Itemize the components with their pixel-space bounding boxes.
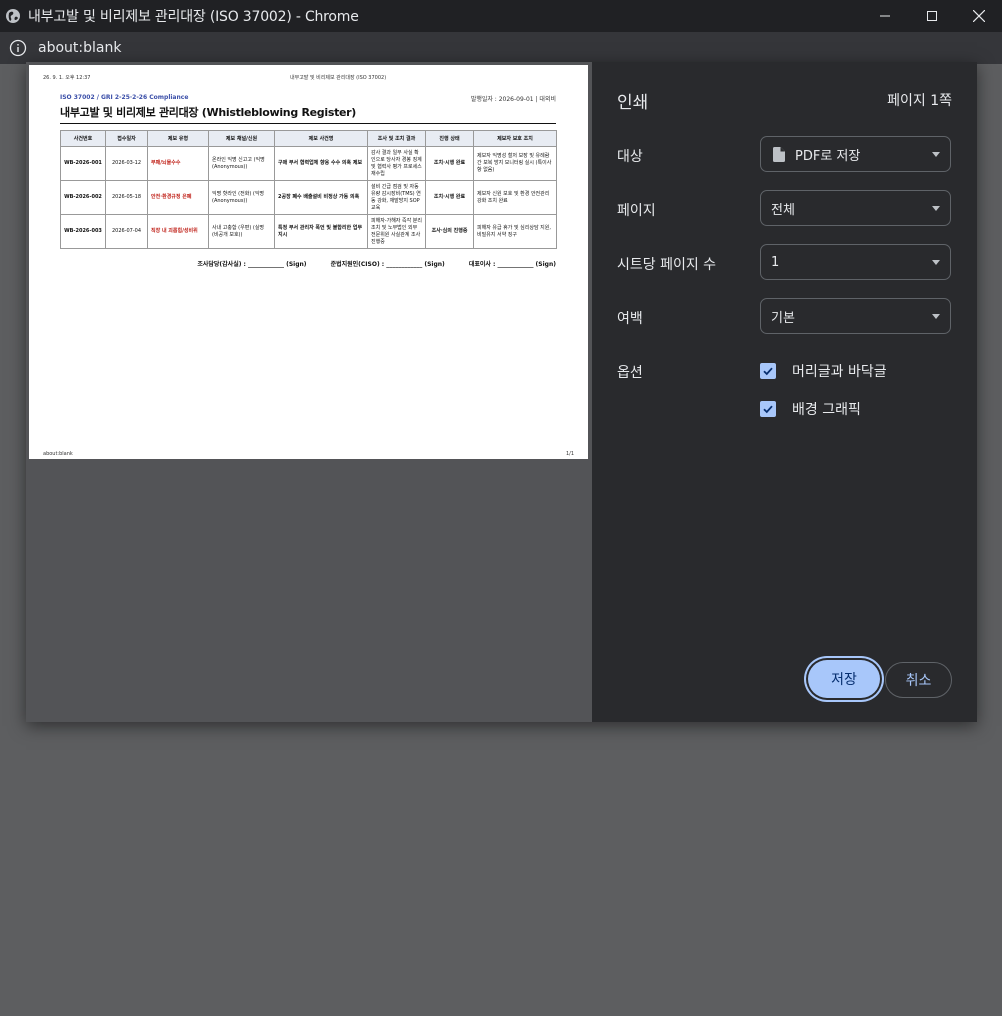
- pages-per-sheet-label: 시트당 페이지 수: [617, 257, 717, 273]
- signature-lines: 조사담당(감사실) : ____________ (Sign) 준법지원인(CI…: [60, 259, 556, 268]
- document-icon: [773, 146, 785, 162]
- signature-auditor: 조사담당(감사실) : ____________ (Sign): [197, 261, 307, 268]
- pages-per-sheet-select[interactable]: 1: [760, 244, 951, 280]
- preview-page: 26. 9. 1. 오후 12:37 내부고발 및 비리제보 관리대장 (ISO…: [29, 65, 588, 459]
- protection-measures: 제보자 신원 보호 및 환경 안전관리 강화 조치 완료: [473, 180, 557, 215]
- chevron-down-icon: [932, 314, 940, 319]
- register-title: 내부고발 및 비리제보 관리대장 (Whistleblowing Registe…: [60, 104, 556, 124]
- signature-ceo: 대표이사 : ____________ (Sign): [468, 261, 556, 268]
- protection-measures: 피해자 유급 휴가 및 심리상담 지원, 비밀유지 서약 징구: [473, 214, 557, 249]
- maximize-icon: [926, 11, 937, 21]
- checkmark-icon: [763, 405, 773, 414]
- column-header: 제보자 보호 조치: [473, 130, 557, 147]
- minimize-icon: [879, 15, 890, 17]
- url-text[interactable]: about:blank: [38, 40, 121, 56]
- issue-date: 발행일자 : 2026-09-01 | 대외비: [470, 96, 556, 103]
- case-subject: 특정 부서 관리자 폭언 및 불합리한 업무 지시: [274, 214, 368, 249]
- column-header: 조사 및 조치 결과: [367, 130, 426, 147]
- table-row: WB-2026-003 2026-07-04 직장 내 괴롭힘/성비위 사내 고…: [60, 214, 557, 249]
- destination-label: 대상: [617, 149, 643, 165]
- column-header: 제보 채널/신원: [208, 130, 275, 147]
- destination-value: PDF로 저장: [795, 148, 861, 164]
- report-channel: 온라인 익명 신고고 (익명 (Anonymous)): [208, 146, 275, 181]
- case-subject: 2공장 폐수 배출설비 비정상 가동 의혹: [274, 180, 368, 215]
- panel-heading: 인쇄: [617, 93, 649, 113]
- chevron-down-icon: [932, 152, 940, 157]
- minimize-button[interactable]: [861, 0, 908, 32]
- maximize-button[interactable]: [908, 0, 955, 32]
- table-row: WB-2026-001 2026-03-12 부패/뇌물수수 온라인 익명 신고…: [60, 146, 557, 181]
- close-button[interactable]: [955, 0, 1002, 32]
- case-subject: 구매 부서 협력업체 향응 수수 의혹 제보: [274, 146, 368, 181]
- column-header: 사건번호: [60, 130, 106, 147]
- chevron-down-icon: [932, 260, 940, 265]
- report-type: 안전·환경규정 은폐: [147, 180, 209, 215]
- globe-icon: [6, 9, 20, 23]
- window-title: 내부고발 및 비리제보 관리대장 (ISO 37002) - Chrome: [28, 9, 359, 25]
- page-count: 페이지 1쪽: [887, 93, 952, 109]
- header-title: 내부고발 및 비리제보 관리대장 (ISO 37002): [290, 75, 387, 81]
- pages-value: 전체: [771, 202, 795, 218]
- investigation-result: 설비 긴급 점검 및 자동 유량 감시장비(TMS) 연동 강화, 재발방지 S…: [367, 180, 426, 215]
- case-id: WB-2026-001: [60, 146, 106, 181]
- table-row: WB-2026-002 2026-05-18 안전·환경규정 은폐 익명 핫라인…: [60, 180, 557, 215]
- title-bar: 내부고발 및 비리제보 관리대장 (ISO 37002) - Chrome: [0, 0, 1002, 32]
- info-icon[interactable]: [9, 39, 27, 57]
- background-graphics-label: 배경 그래픽: [792, 402, 861, 418]
- case-status: 조치·시행 완료: [425, 180, 474, 215]
- report-type: 부패/뇌물수수: [147, 146, 209, 181]
- investigation-result: 감사 결과 일부 사실 확인으로 당사자 경봉 징계 및 협력사 평가 프로세스…: [367, 146, 426, 181]
- print-preview-area: 26. 9. 1. 오후 12:37 내부고발 및 비리제보 관리대장 (ISO…: [26, 62, 592, 722]
- headers-footers-label: 머리글과 바닥글: [792, 364, 887, 380]
- column-header: 진행 상태: [425, 130, 474, 147]
- footer-url: about:blank: [43, 451, 73, 457]
- receipt-date: 2026-07-04: [105, 214, 148, 249]
- column-header: 접수일자: [105, 130, 148, 147]
- investigation-result: 피해자-가해자 즉각 분리 조치 및 노무법인 외부 전문위원 사실관계 조사 …: [367, 214, 426, 249]
- receipt-date: 2026-03-12: [105, 146, 148, 181]
- background-graphics-option[interactable]: 배경 그래픽: [760, 399, 861, 419]
- save-button[interactable]: 저장: [808, 660, 880, 698]
- column-header: 제보 사건명: [274, 130, 368, 147]
- margins-label: 여백: [617, 311, 643, 327]
- margins-select[interactable]: 기본: [760, 298, 951, 334]
- report-type: 직장 내 괴롭힘/성비위: [147, 214, 209, 249]
- pages-per-sheet-value: 1: [771, 254, 780, 270]
- case-id: WB-2026-002: [60, 180, 106, 215]
- print-dialog: 26. 9. 1. 오후 12:37 내부고발 및 비리제보 관리대장 (ISO…: [26, 62, 977, 722]
- footer-page-number: 1/1: [565, 451, 574, 457]
- headers-footers-option[interactable]: 머리글과 바닥글: [760, 361, 887, 381]
- header-datetime: 26. 9. 1. 오후 12:37: [43, 75, 91, 81]
- chevron-down-icon: [932, 206, 940, 211]
- options-label: 옵션: [617, 365, 643, 381]
- receipt-date: 2026-05-18: [105, 180, 148, 215]
- destination-select[interactable]: PDF로 저장: [760, 136, 951, 172]
- pages-label: 페이지: [617, 203, 656, 219]
- checkmark-icon: [763, 367, 773, 376]
- margins-value: 기본: [771, 310, 795, 326]
- pages-select[interactable]: 전체: [760, 190, 951, 226]
- print-settings-panel: 인쇄 페이지 1쪽 대상 PDF로 저장 페이지 전체 시트당 페이지 수 1 …: [592, 62, 977, 722]
- background-graphics-checkbox[interactable]: [760, 401, 776, 417]
- report-channel: 사내 고충함 (우편) (실명 (비공개 보호)): [208, 214, 275, 249]
- case-id: WB-2026-003: [60, 214, 106, 249]
- register-table: 사건번호 접수일자 제보 유형 제보 채널/신원 제보 사건명 조사 및 조치 …: [60, 130, 557, 249]
- case-status: 조치·시행 완료: [425, 146, 474, 181]
- cancel-button[interactable]: 취소: [885, 662, 952, 698]
- protection-measures: 제보자 익명성 철저 보장 및 유례람 간 보복 방지 모니터링 실시 (특이사…: [473, 146, 557, 181]
- table-header-row: 사건번호 접수일자 제보 유형 제보 채널/신원 제보 사건명 조사 및 조치 …: [60, 130, 557, 147]
- headers-footers-checkbox[interactable]: [760, 363, 776, 379]
- close-icon: [972, 10, 985, 22]
- address-bar: about:blank: [0, 32, 1002, 64]
- register-document: ISO 37002 / GRI 2-25·2-26 Compliance 발행일…: [60, 94, 557, 268]
- case-status: 조사·심의 진행중: [425, 214, 474, 249]
- column-header: 제보 유형: [147, 130, 209, 147]
- signature-compliance: 준법지원인(CISO) : ____________ (Sign): [330, 261, 445, 268]
- report-channel: 익명 핫라인 (전화) (익명 (Anonymous)): [208, 180, 275, 215]
